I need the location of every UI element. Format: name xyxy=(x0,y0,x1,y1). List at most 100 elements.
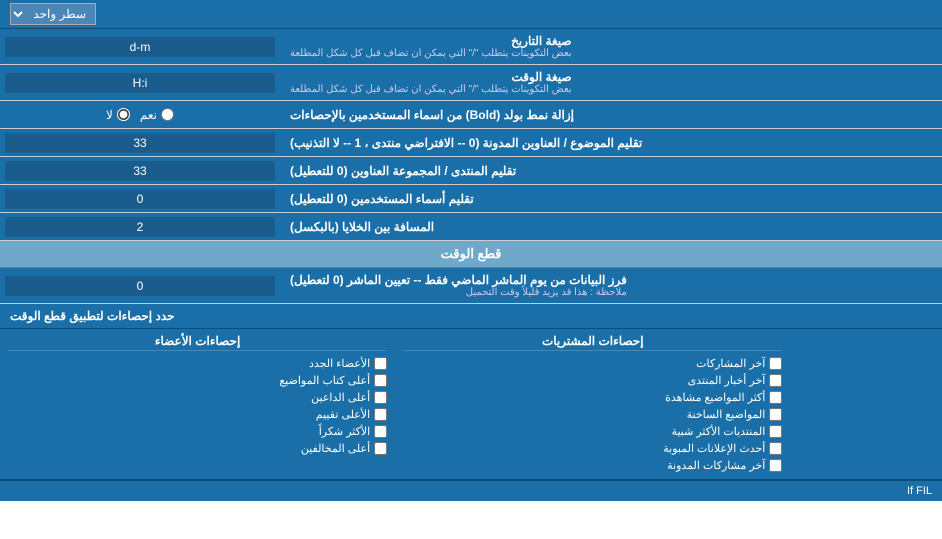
check-classifieds[interactable] xyxy=(769,442,782,455)
cell-spacing-label: المسافة بين الخلايا (بالبكسل) xyxy=(280,213,942,240)
check-most-viewed-label: أكثر المواضيع مشاهدة xyxy=(665,391,765,404)
check-classifieds-label: أحدث الإعلانات المبوبة xyxy=(663,442,765,455)
time-format-label-main: صيغة الوقت xyxy=(290,70,572,84)
bold-remove-row: إزالة نمط بولد (Bold) من اسماء المستخدمي… xyxy=(0,101,942,129)
footer-note: If FIL xyxy=(0,481,942,501)
title-trim-label: تقليم الموضوع / العناوين المدونة (0 -- ا… xyxy=(280,129,942,156)
time-cutoff-title-text: قطع الوقت xyxy=(441,246,502,261)
check-item: المواضيع الساخنة xyxy=(403,406,782,423)
check-item: أكثر المواضيع مشاهدة xyxy=(403,389,782,406)
display-mode-select[interactable]: سطر واحدسطرينثلاثة أسطر xyxy=(10,3,96,25)
date-format-control xyxy=(0,29,280,64)
time-cutoff-label-main: فرز البيانات من يوم الماشر الماضي فقط --… xyxy=(290,273,627,287)
check-last-news-label: آخر أخبار المنتدى xyxy=(688,374,766,387)
check-last-posts[interactable] xyxy=(769,357,782,370)
check-new-members-label: الأعضاء الجدد xyxy=(309,357,370,370)
username-trim-label: تقليم أسماء المستخدمين (0 للتعطيل) xyxy=(280,185,942,212)
time-cutoff-label: فرز البيانات من يوم الماشر الماضي فقط --… xyxy=(280,268,942,303)
check-blog-posts[interactable] xyxy=(769,459,782,472)
footer-note-text: If FIL xyxy=(907,485,932,497)
forum-trim-label: تقليم المنتدى / المجموعة العناوين (0 للت… xyxy=(280,157,942,184)
radio-no[interactable] xyxy=(117,108,130,121)
cell-spacing-row: المسافة بين الخلايا (بالبكسل) xyxy=(0,213,942,241)
radio-no-label[interactable]: لا xyxy=(106,108,130,122)
stats-header-label: حدد إحصاءات لتطبيق قطع الوقت xyxy=(0,304,185,328)
check-new-members[interactable] xyxy=(374,357,387,370)
check-item: أحدث الإعلانات المبوبة xyxy=(403,440,782,457)
check-top-topic-writers[interactable] xyxy=(374,374,387,387)
cell-spacing-control xyxy=(0,213,280,240)
stats-col1-header: إحصاءات المشتريات xyxy=(403,334,782,351)
date-format-label-sub: بعض التكوينات يتطلب "/" التي يمكن ان تضا… xyxy=(290,48,572,59)
radio-yes[interactable] xyxy=(161,108,174,121)
check-top-rated-label: الأعلى تقييم xyxy=(316,408,370,421)
check-last-news[interactable] xyxy=(769,374,782,387)
check-most-viewed[interactable] xyxy=(769,391,782,404)
check-item: آخر المشاركات xyxy=(403,355,782,372)
forum-trim-row: تقليم المنتدى / المجموعة العناوين (0 للت… xyxy=(0,157,942,185)
username-trim-row: تقليم أسماء المستخدمين (0 للتعطيل) xyxy=(0,185,942,213)
time-cutoff-input[interactable] xyxy=(5,276,275,296)
check-blog-posts-label: آخر مشاركات المدونة xyxy=(667,459,765,472)
username-trim-label-main: تقليم أسماء المستخدمين (0 للتعطيل) xyxy=(290,192,474,206)
time-cutoff-label-sub: ملاحظة : هذا قد يزيد قليلاً وقت التحميل xyxy=(290,287,627,298)
check-top-rated[interactable] xyxy=(374,408,387,421)
check-item: أعلى الداعين xyxy=(8,389,387,406)
check-top-inviters[interactable] xyxy=(374,391,387,404)
time-format-label: صيغة الوقت بعض التكوينات يتطلب "/" التي … xyxy=(280,65,942,100)
stats-empty-left xyxy=(185,304,942,328)
forum-trim-control xyxy=(0,157,280,184)
time-cutoff-section-title: قطع الوقت xyxy=(0,241,942,268)
stats-col2: إحصاءات الأعضاء الأعضاء الجدد أعلى كتاب … xyxy=(0,334,395,474)
check-top-inviters-label: أعلى الداعين xyxy=(311,391,370,404)
check-most-thanked[interactable] xyxy=(374,425,387,438)
check-item: أعلى كتاب المواضيع xyxy=(8,372,387,389)
stats-col2-header: إحصاءات الأعضاء xyxy=(8,334,387,351)
check-item: آخر مشاركات المدونة xyxy=(403,457,782,474)
check-last-posts-label: آخر المشاركات xyxy=(696,357,765,370)
date-format-label-main: صيغة التاريخ xyxy=(290,34,572,48)
check-item: الأعلى تقييم xyxy=(8,406,387,423)
username-trim-control xyxy=(0,185,280,212)
title-trim-label-main: تقليم الموضوع / العناوين المدونة (0 -- ا… xyxy=(290,136,642,150)
check-item: الأكثر شكراً xyxy=(8,423,387,440)
bold-remove-label: إزالة نمط بولد (Bold) من اسماء المستخدمي… xyxy=(280,101,942,128)
stats-col1: إحصاءات المشتريات آخر المشاركات آخر أخبا… xyxy=(395,334,790,474)
header-row: سطر واحدسطرينثلاثة أسطر xyxy=(0,0,942,29)
bold-radio-group: نعم لا xyxy=(106,108,174,122)
check-item: أعلى المخالفين xyxy=(8,440,387,457)
date-format-label: صيغة التاريخ بعض التكوينات يتطلب "/" الت… xyxy=(280,29,942,64)
check-hot-topics-label: المواضيع الساخنة xyxy=(687,408,766,421)
time-format-control xyxy=(0,65,280,100)
check-hot-topics[interactable] xyxy=(769,408,782,421)
time-cutoff-control xyxy=(0,268,280,303)
title-trim-input[interactable] xyxy=(5,133,275,153)
date-format-row: صيغة التاريخ بعض التكوينات يتطلب "/" الت… xyxy=(0,29,942,65)
stats-spacer xyxy=(790,334,942,474)
check-top-violators[interactable] xyxy=(374,442,387,455)
time-format-row: صيغة الوقت بعض التكوينات يتطلب "/" التي … xyxy=(0,65,942,101)
cell-spacing-label-main: المسافة بين الخلايا (بالبكسل) xyxy=(290,220,434,234)
radio-yes-label[interactable]: نعم xyxy=(140,108,174,122)
stats-header-row: حدد إحصاءات لتطبيق قطع الوقت xyxy=(0,304,942,329)
username-trim-input[interactable] xyxy=(5,189,275,209)
time-format-input[interactable] xyxy=(5,73,275,93)
check-item: آخر أخبار المنتدى xyxy=(403,372,782,389)
check-most-thanked-label: الأكثر شكراً xyxy=(319,425,370,438)
check-similar-forums-label: المنتديات الأكثر شبية xyxy=(672,425,766,438)
stats-checkboxes-grid: إحصاءات المشتريات آخر المشاركات آخر أخبا… xyxy=(0,329,942,481)
cell-spacing-input[interactable] xyxy=(5,217,275,237)
forum-trim-input[interactable] xyxy=(5,161,275,181)
radio-no-text: لا xyxy=(106,108,113,122)
forum-trim-label-main: تقليم المنتدى / المجموعة العناوين (0 للت… xyxy=(290,164,516,178)
check-item: الأعضاء الجدد xyxy=(8,355,387,372)
main-container: سطر واحدسطرينثلاثة أسطر صيغة التاريخ بعض… xyxy=(0,0,942,501)
title-trim-control xyxy=(0,129,280,156)
stats-section: حدد إحصاءات لتطبيق قطع الوقت إحصاءات الم… xyxy=(0,304,942,501)
check-item: المنتديات الأكثر شبية xyxy=(403,423,782,440)
bold-remove-control: نعم لا xyxy=(0,101,280,128)
check-top-topic-writers-label: أعلى كتاب المواضيع xyxy=(279,374,370,387)
time-cutoff-row: فرز البيانات من يوم الماشر الماضي فقط --… xyxy=(0,268,942,304)
date-format-input[interactable] xyxy=(5,37,275,57)
check-similar-forums[interactable] xyxy=(769,425,782,438)
